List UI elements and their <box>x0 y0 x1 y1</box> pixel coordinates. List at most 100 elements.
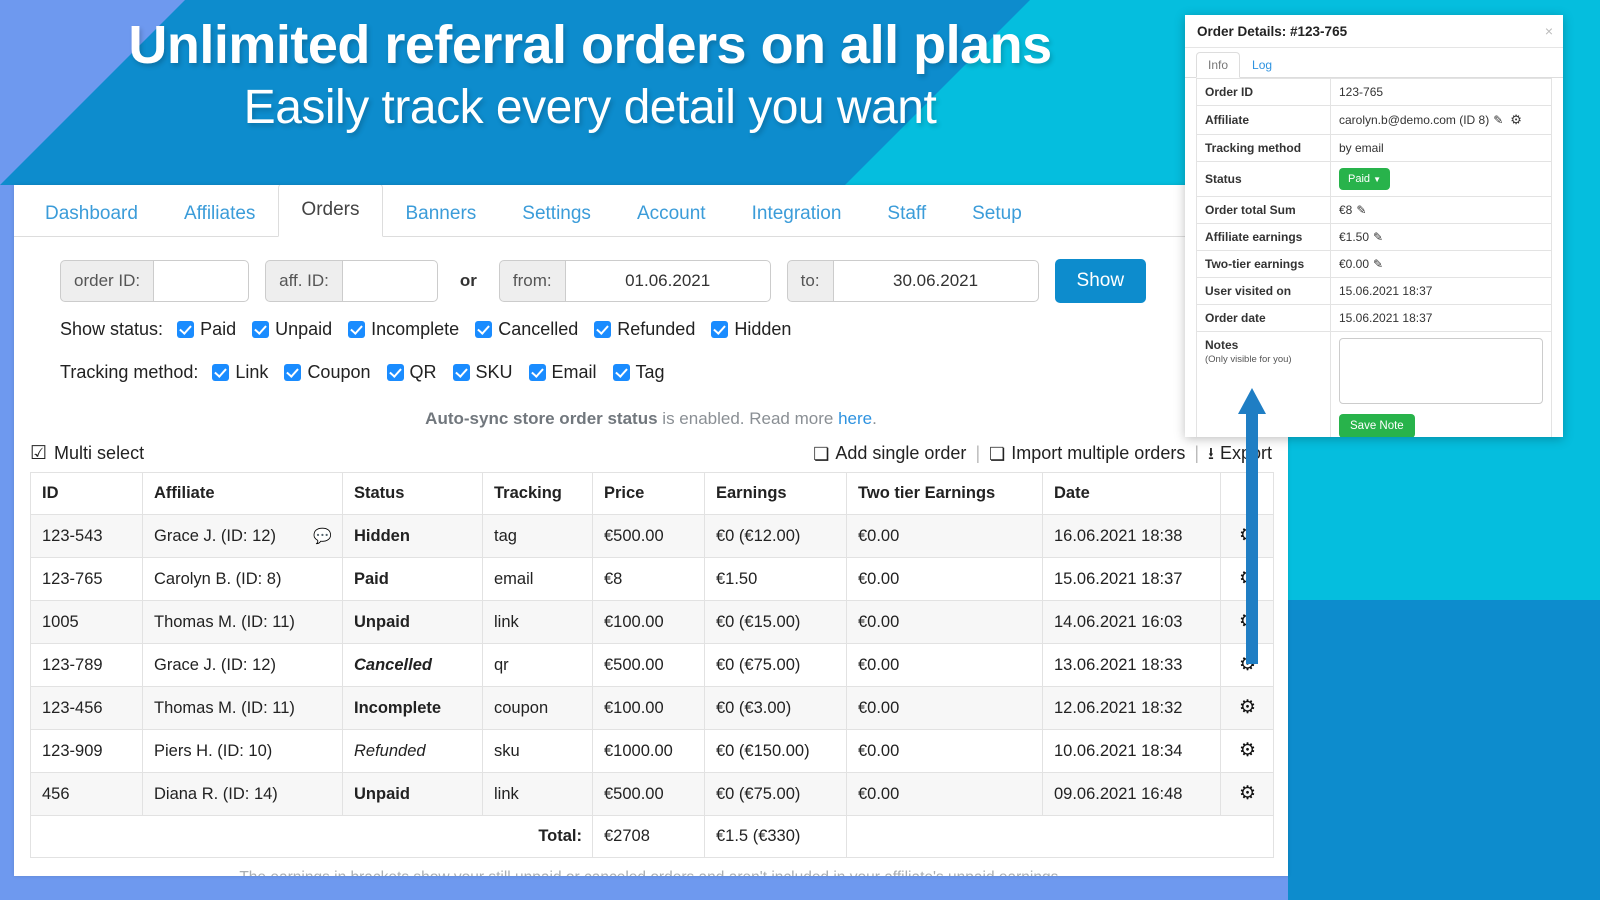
edit-pencil-icon[interactable]: ✎ <box>1373 230 1383 244</box>
checkbox-paid[interactable] <box>177 321 195 338</box>
checkbox-item-refunded[interactable]: Refunded <box>594 319 695 340</box>
order-detail-row: Status Paid ▼ <box>1196 161 1552 197</box>
cell-actions: ⚙ <box>1220 557 1274 601</box>
checkbox-link[interactable] <box>212 364 230 381</box>
cell-price: €500.00 <box>592 514 705 558</box>
table-footnote: The earnings in brackets show your still… <box>14 869 1288 876</box>
detail-value: 15.06.2021 18:37 <box>1330 277 1552 305</box>
cell-tracking: coupon <box>482 686 593 730</box>
close-icon[interactable]: × <box>1545 24 1553 38</box>
checkbox-hidden[interactable] <box>711 321 729 338</box>
gear-icon[interactable]: ⚙ <box>1239 741 1256 760</box>
tab-setup[interactable]: Setup <box>949 191 1045 237</box>
tab-integration[interactable]: Integration <box>729 191 865 237</box>
date-from-input[interactable] <box>564 260 771 302</box>
checkbox-item-link[interactable]: Link <box>212 362 268 383</box>
tab-affiliates[interactable]: Affiliates <box>161 191 278 237</box>
gear-icon[interactable]: ⚙ <box>1239 569 1256 588</box>
multi-select-button[interactable]: ☑ Multi select <box>30 443 144 464</box>
comment-icon[interactable]: 💬 <box>313 527 332 545</box>
cell-price: €8 <box>592 557 705 601</box>
status-badge[interactable]: Paid ▼ <box>1339 168 1391 190</box>
affiliate-name: Thomas M. (ID: 11) <box>154 612 295 631</box>
date-to-label: to: <box>786 260 833 302</box>
detail-value-text: 15.06.2021 18:37 <box>1339 284 1433 298</box>
tab-orders[interactable]: Orders <box>278 185 383 237</box>
table-row[interactable]: 123-909 Piers H. (ID: 10) Refunded sku €1000… <box>30 729 1274 773</box>
checkbox-incomplete[interactable] <box>348 321 366 338</box>
checkbox-tag[interactable] <box>612 364 630 381</box>
table-row[interactable]: 456 Diana R. (ID: 14) Unpaid link €500.00 €0 … <box>30 772 1274 816</box>
edit-pencil-icon[interactable]: ✎ <box>1356 203 1366 217</box>
cell-date: 12.06.2021 18:32 <box>1042 686 1221 730</box>
table-row[interactable]: 123-789 Grace J. (ID: 12) Cancelled qr €500.… <box>30 643 1274 687</box>
cell-actions: ⚙ <box>1220 600 1274 644</box>
tab-settings[interactable]: Settings <box>499 191 614 237</box>
save-note-button[interactable]: Save Note <box>1339 414 1415 437</box>
modal-tab-log[interactable]: Log <box>1240 52 1284 78</box>
show-button[interactable]: Show <box>1054 259 1147 303</box>
gear-icon[interactable]: ⚙ <box>1239 526 1256 545</box>
checkbox-cancelled[interactable] <box>475 321 493 338</box>
autosync-here-link[interactable]: here <box>838 409 872 428</box>
gear-icon[interactable]: ⚙ <box>1510 112 1522 127</box>
add-single-order-button[interactable]: ❏ Add single order <box>813 443 966 464</box>
detail-value: by email <box>1330 134 1552 162</box>
gear-icon[interactable]: ⚙ <box>1239 612 1256 631</box>
gear-icon[interactable]: ⚙ <box>1239 784 1256 803</box>
table-header-cell: Two tier Earnings <box>846 472 1043 515</box>
checkbox-sku[interactable] <box>452 364 470 381</box>
date-to-input[interactable] <box>832 260 1039 302</box>
cell-tracking: qr <box>482 643 593 687</box>
gear-icon[interactable]: ⚙ <box>1239 655 1256 674</box>
checkbox-item-qr[interactable]: QR <box>386 362 437 383</box>
table-row[interactable]: 1005 Thomas M. (ID: 11) Unpaid link €100.00 €… <box>30 600 1274 644</box>
notes-textarea[interactable] <box>1339 338 1543 404</box>
detail-value-text: €8 <box>1339 203 1353 217</box>
import-multiple-orders-button[interactable]: ❏ Import multiple orders <box>989 443 1185 464</box>
checkbox-label: Email <box>551 362 597 382</box>
checkbox-qr[interactable] <box>386 364 404 381</box>
table-row[interactable]: 123-456 Thomas M. (ID: 11) Incomplete coupo… <box>30 686 1274 730</box>
cell-status: Cancelled <box>342 643 483 687</box>
checkbox-item-email[interactable]: Email <box>528 362 597 383</box>
table-row[interactable]: 123-543 Grace J. (ID: 12) 💬 Hidden tag €500.0… <box>30 514 1274 558</box>
checkbox-item-sku[interactable]: SKU <box>452 362 513 383</box>
modal-tab-info[interactable]: Info <box>1196 52 1241 78</box>
cell-date: 15.06.2021 18:37 <box>1042 557 1221 601</box>
checkbox-item-hidden[interactable]: Hidden <box>711 319 791 340</box>
order-id-input[interactable] <box>153 260 250 302</box>
edit-pencil-icon[interactable]: ✎ <box>1373 257 1383 271</box>
cell-price: €100.00 <box>592 686 705 730</box>
modal-tab-bar: Info Log <box>1185 48 1563 78</box>
checkbox-refunded[interactable] <box>594 321 612 338</box>
checkbox-item-coupon[interactable]: Coupon <box>284 362 371 383</box>
checkbox-item-unpaid[interactable]: Unpaid <box>252 319 332 340</box>
notes-field-cell: Save Note <box>1330 331 1552 437</box>
aff-id-group: aff. ID: <box>265 260 438 302</box>
detail-key: Tracking method <box>1196 134 1331 162</box>
checkbox-email[interactable] <box>528 364 546 381</box>
gear-icon[interactable]: ⚙ <box>1239 698 1256 717</box>
cell-status: Paid <box>342 557 483 601</box>
table-action-links: ❏ Add single order | ❏ Import multiple o… <box>813 443 1272 464</box>
checkbox-item-paid[interactable]: Paid <box>177 319 236 340</box>
or-separator-label: or <box>459 271 477 290</box>
table-row[interactable]: 123-765 Carolyn B. (ID: 8) Paid email €8 €1.5… <box>30 557 1274 601</box>
checkbox-item-cancelled[interactable]: Cancelled <box>475 319 578 340</box>
tab-dashboard[interactable]: Dashboard <box>22 191 161 237</box>
tab-staff[interactable]: Staff <box>864 191 949 237</box>
tab-account[interactable]: Account <box>614 191 729 237</box>
cell-tracking: link <box>482 772 593 816</box>
tab-banners[interactable]: Banners <box>383 191 500 237</box>
modal-title: Order Details: #123-765 <box>1197 23 1348 39</box>
checkbox-item-tag[interactable]: Tag <box>612 362 665 383</box>
checkbox-label: SKU <box>475 362 513 382</box>
checkbox-unpaid[interactable] <box>252 321 270 338</box>
export-button[interactable]: ⭳ Export <box>1208 443 1272 464</box>
checkbox-coupon[interactable] <box>284 364 302 381</box>
checkbox-item-incomplete[interactable]: Incomplete <box>348 319 459 340</box>
status-filter-label: Show status: <box>60 319 164 339</box>
aff-id-input[interactable] <box>341 260 438 302</box>
edit-pencil-icon[interactable]: ✎ <box>1493 113 1503 127</box>
